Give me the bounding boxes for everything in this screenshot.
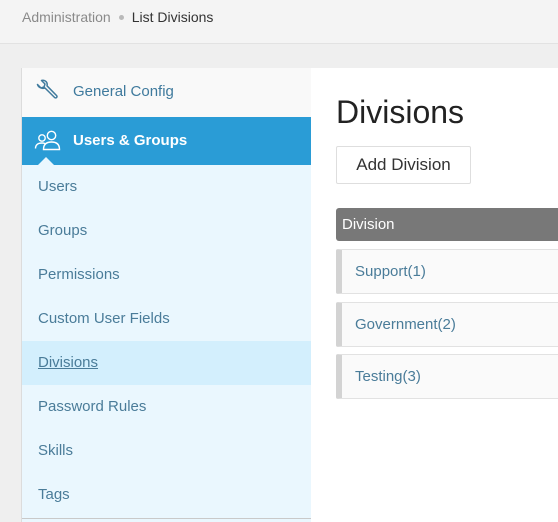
- sidebar-item-tags[interactable]: Tags: [22, 473, 311, 517]
- division-link[interactable]: Support(1): [355, 263, 426, 280]
- table-row-government[interactable]: Government(2): [336, 302, 558, 347]
- division-link[interactable]: Testing(3): [355, 368, 421, 385]
- column-header-division: Division: [342, 216, 395, 233]
- table-row-testing[interactable]: Testing(3): [336, 354, 558, 399]
- page-title: Divisions: [336, 94, 465, 130]
- sidebar-item-custom-user-fields[interactable]: Custom User Fields: [22, 297, 311, 341]
- sidebar-item-permissions[interactable]: Permissions: [22, 253, 311, 297]
- sidebar-divider: [22, 518, 311, 519]
- wrench-icon: [36, 79, 58, 99]
- breadcrumb-separator: [118, 14, 124, 20]
- breadcrumb-administration[interactable]: Administration: [22, 9, 111, 25]
- sidebar-section-label: General Config: [73, 83, 174, 100]
- main-content: Divisions Add Division Division Support(…: [311, 68, 558, 522]
- breadcrumb-current: List Divisions: [131, 9, 214, 25]
- sidebar-item-skills[interactable]: Skills: [22, 429, 311, 473]
- add-division-button[interactable]: Add Division: [336, 146, 471, 184]
- breadcrumb: Administration List Divisions: [22, 9, 213, 25]
- sidebar-item-divisions[interactable]: Divisions: [22, 341, 311, 385]
- sidebar: General Config Users & Groups Users Grou…: [21, 68, 312, 522]
- sidebar-section-general-config[interactable]: General Config: [22, 68, 311, 118]
- sidebar-section-users-groups[interactable]: Users & Groups: [22, 117, 311, 165]
- sidebar-item-password-rules[interactable]: Password Rules: [22, 385, 311, 429]
- table-row-support[interactable]: Support(1): [336, 249, 558, 294]
- sidebar-item-users[interactable]: Users: [22, 165, 311, 209]
- sidebar-item-groups[interactable]: Groups: [22, 209, 311, 253]
- users-icon: [34, 130, 61, 151]
- table-header: Division: [336, 208, 558, 241]
- top-bar: Administration List Divisions: [0, 0, 558, 44]
- division-link[interactable]: Government(2): [355, 316, 456, 333]
- active-section-caret: [38, 157, 54, 165]
- sidebar-nav-list: Users Groups Permissions Custom User Fie…: [22, 165, 311, 517]
- sidebar-section-label: Users & Groups: [73, 132, 188, 149]
